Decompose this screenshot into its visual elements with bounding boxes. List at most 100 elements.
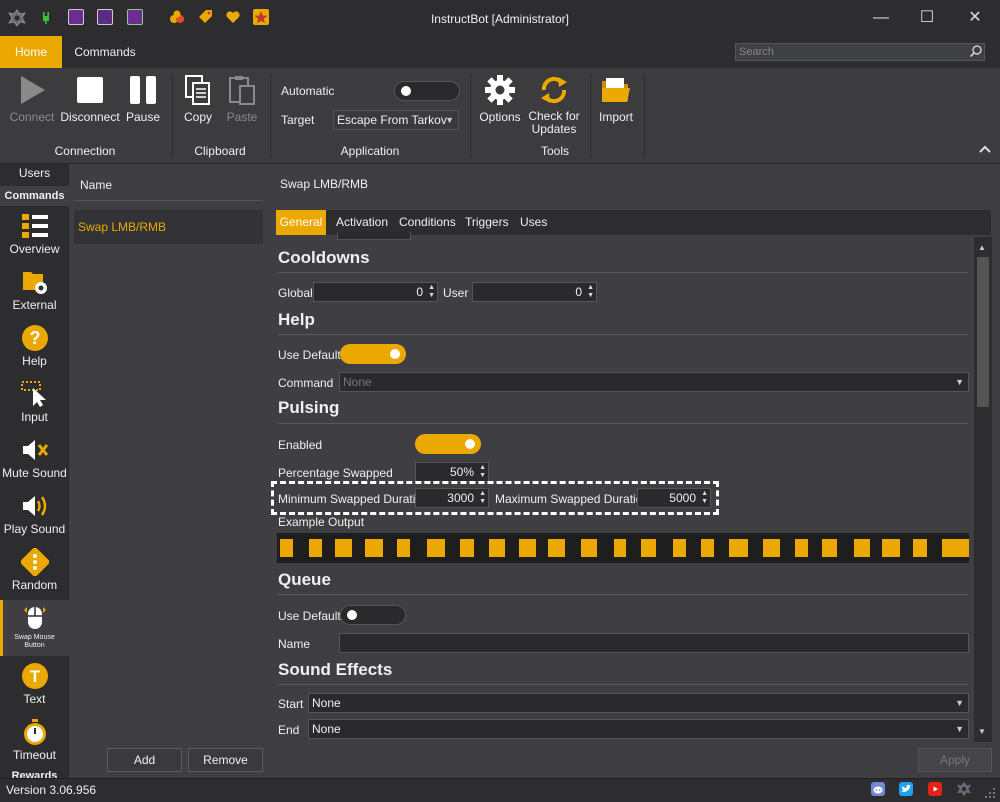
check-updates-button[interactable]: Check for Updates	[526, 74, 582, 136]
collapse-ribbon-icon[interactable]	[978, 142, 992, 156]
import-label: Import	[598, 110, 633, 124]
nav-item-external[interactable]: External	[0, 264, 69, 318]
gear-icon	[484, 74, 516, 106]
pulsing-enabled-toggle[interactable]	[415, 434, 481, 454]
nav-item-timeout[interactable]: Timeout	[0, 714, 69, 768]
min-swapped-duration-input[interactable]: 3000 ▲ ▼	[415, 488, 489, 508]
search-icon[interactable]	[969, 44, 983, 58]
nav-item-text[interactable]: T Text	[0, 658, 69, 712]
spin-arrows-icon[interactable]: ▲ ▼	[587, 284, 594, 300]
sound-effects-heading: Sound Effects	[278, 660, 393, 679]
nav-item-input[interactable]: Input	[0, 376, 69, 430]
max-swapped-duration-input[interactable]: 5000 ▲ ▼	[637, 488, 711, 508]
vertical-scrollbar[interactable]: ▲ ▼	[974, 237, 992, 742]
check-updates-label-2: Updates	[531, 122, 577, 136]
automatic-label: Automatic	[281, 84, 335, 98]
search-input[interactable]: Search	[735, 43, 985, 61]
svg-text:?: ?	[29, 328, 40, 348]
nav-item-random[interactable]: Random	[0, 544, 69, 598]
tab-commands[interactable]: Commands	[66, 36, 144, 68]
nav-rewards-header[interactable]: Rewards	[0, 770, 69, 778]
start-sound-label: Start	[278, 697, 304, 711]
connect-button[interactable]: Connect	[8, 74, 56, 124]
nav-item-mute-sound[interactable]: Mute Sound	[0, 432, 69, 486]
help-heading: Help	[278, 310, 315, 329]
tab-triggers[interactable]: Triggers	[465, 210, 509, 235]
maximize-button[interactable]: ☐	[912, 6, 942, 30]
list-item[interactable]: Swap LMB/RMB	[74, 210, 263, 244]
clipped-dropdown[interactable]	[337, 232, 411, 240]
start-sound-select[interactable]: None ▼	[308, 693, 969, 713]
spin-arrows-icon[interactable]: ▲ ▼	[479, 490, 486, 506]
nav-item-help[interactable]: ? Help	[0, 320, 69, 374]
ribbon-divider	[270, 74, 271, 158]
discord-icon[interactable]	[871, 782, 885, 796]
queue-use-default-toggle[interactable]	[340, 605, 406, 625]
tab-home[interactable]: Home	[0, 36, 62, 68]
nav-item-play-sound[interactable]: Play Sound	[0, 488, 69, 542]
user-cooldown-input[interactable]: 0 ▲ ▼	[472, 282, 597, 302]
scroll-down-icon[interactable]: ▼	[978, 727, 986, 736]
nav-label: Swap Mouse	[14, 634, 55, 641]
scroll-up-icon[interactable]: ▲	[978, 243, 986, 252]
import-button[interactable]: Import	[596, 74, 636, 124]
pause-button[interactable]: Pause	[122, 74, 164, 124]
disconnect-button[interactable]: Disconnect	[60, 74, 120, 124]
copy-button[interactable]: Copy	[178, 74, 218, 124]
section-divider	[278, 684, 968, 685]
pause-label: Pause	[125, 110, 161, 124]
options-label: Options	[479, 110, 521, 124]
svg-text:T: T	[29, 667, 40, 686]
nav-users[interactable]: Users	[0, 166, 69, 184]
toggle-knob	[347, 610, 357, 620]
cursor-icon	[20, 380, 49, 408]
options-button[interactable]: Options	[478, 74, 522, 124]
nav-label: Overview	[9, 242, 60, 256]
paste-button[interactable]: Paste	[222, 74, 262, 124]
spin-arrows-icon[interactable]: ▲ ▼	[479, 464, 486, 480]
resize-grip-icon[interactable]	[984, 787, 996, 799]
min-swapped-duration-label: Minimum Swapped Duration	[278, 492, 429, 506]
user-cooldown-label: User	[443, 286, 469, 300]
help-icon: ?	[21, 324, 49, 352]
pulsing-enabled-label: Enabled	[278, 438, 323, 452]
end-sound-select[interactable]: None ▼	[308, 719, 969, 739]
left-nav: Users Commands Overview External ? Help …	[0, 164, 69, 778]
youtube-icon[interactable]	[928, 782, 942, 796]
nav-item-overview[interactable]: Overview	[0, 208, 69, 262]
global-cooldown-label: Global	[278, 286, 313, 300]
add-button[interactable]: Add	[107, 748, 182, 772]
automatic-toggle[interactable]	[394, 81, 460, 101]
twitter-icon[interactable]	[899, 782, 913, 796]
help-use-default-toggle[interactable]	[340, 344, 406, 364]
toggle-knob	[401, 86, 411, 96]
nav-item-swap-mouse-button[interactable]: Swap Mouse Button	[0, 600, 69, 656]
global-cooldown-input[interactable]: 0 ▲ ▼	[313, 282, 438, 302]
ribbon-divider	[644, 74, 645, 158]
paste-icon	[226, 74, 258, 106]
queue-name-input[interactable]	[339, 633, 969, 653]
close-button[interactable]: ✕	[960, 6, 990, 30]
nav-label: Timeout	[13, 748, 56, 762]
nav-commands-header[interactable]: Commands	[0, 186, 69, 206]
target-select[interactable]: Escape From Tarkov ▼	[333, 110, 459, 130]
text-icon: T	[21, 662, 49, 690]
list-icon	[21, 212, 49, 240]
help-command-select[interactable]: None ▼	[339, 372, 969, 392]
spin-arrows-icon[interactable]: ▲ ▼	[701, 490, 708, 506]
remove-button[interactable]: Remove	[188, 748, 263, 772]
minimize-button[interactable]: —	[866, 6, 896, 30]
apply-button[interactable]: Apply	[918, 748, 992, 772]
tab-uses[interactable]: Uses	[520, 210, 547, 235]
app-small-logo-icon[interactable]	[956, 781, 972, 797]
tab-general[interactable]: General	[276, 210, 326, 235]
user-cooldown-value: 0	[575, 285, 582, 299]
help-use-default-label: Use Default	[278, 348, 341, 362]
mouse-icon	[21, 604, 49, 632]
ribbon-divider	[590, 74, 591, 158]
scrollbar-thumb[interactable]	[977, 257, 989, 407]
max-swapped-duration-value: 5000	[669, 491, 696, 505]
percentage-swapped-input[interactable]: 50% ▲ ▼	[415, 462, 489, 482]
ribbon-divider	[470, 74, 471, 158]
spin-arrows-icon[interactable]: ▲ ▼	[428, 284, 435, 300]
